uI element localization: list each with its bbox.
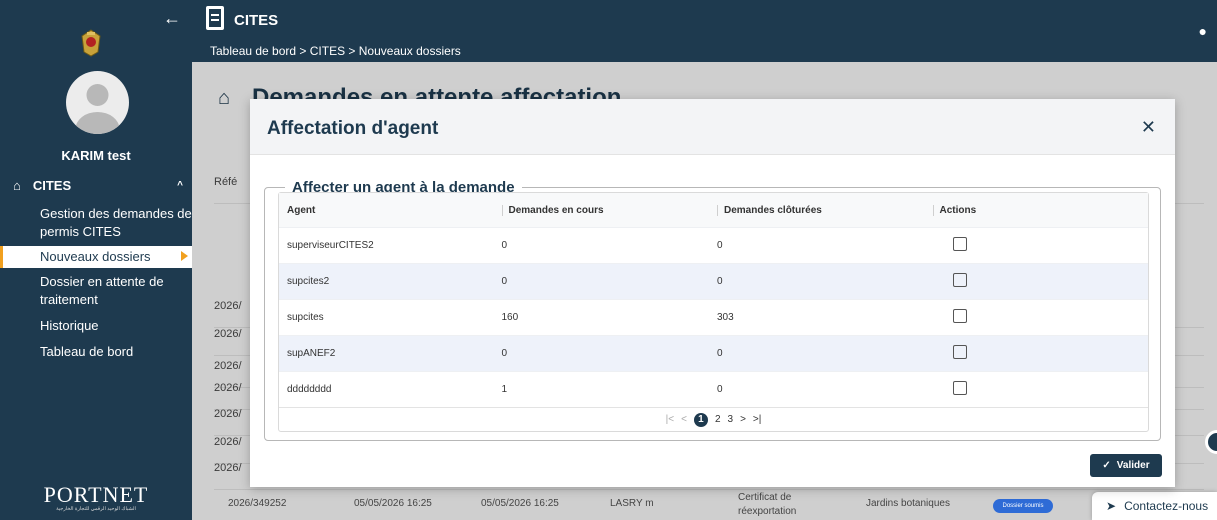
modal-title: Affectation d'agent: [267, 118, 439, 139]
avatar[interactable]: [66, 71, 129, 134]
row-checkbox[interactable]: [952, 273, 967, 287]
username: KARIM test: [61, 148, 131, 163]
sidebar-item-nouveaux-dossiers[interactable]: Nouveaux dossiers: [0, 246, 192, 268]
cell-cloturees: 0: [717, 348, 723, 359]
column-header-en-cours[interactable]: Demandes en cours: [501, 204, 604, 216]
section-label: CITES: [32, 178, 72, 193]
chevron-up-icon: ^: [177, 180, 183, 191]
table-row[interactable]: supANEF2 0 0: [279, 335, 1148, 371]
sidebar-item-historique[interactable]: Historique: [0, 315, 192, 337]
cell-agent: supANEF2: [287, 348, 336, 359]
cell-cloturees: 0: [717, 276, 723, 287]
prev-page-icon[interactable]: <: [681, 414, 687, 425]
row-checkbox[interactable]: [952, 237, 967, 251]
check-icon: ✓: [1102, 460, 1111, 471]
assign-agent-modal: Affectation d'agent ✕ Affecter un agent …: [250, 99, 1175, 487]
column-header-actions[interactable]: Actions: [932, 204, 977, 216]
cell-en-cours: 1: [501, 384, 508, 395]
row-type-line1: Certificat de: [738, 492, 792, 503]
clipboard-icon: [206, 6, 224, 30]
cell-agent: dddddddd: [287, 384, 332, 395]
page-link[interactable]: 2: [715, 414, 721, 425]
page-link[interactable]: 3: [728, 414, 734, 425]
settings-house-icon: ⌂: [13, 178, 21, 193]
valider-label: Valider: [1116, 460, 1150, 471]
column-header-agent[interactable]: Agent: [279, 205, 494, 216]
contact-button[interactable]: ➤ Contactez-nous: [1092, 492, 1217, 520]
row-checkbox[interactable]: [952, 381, 967, 395]
cell-en-cours: 160: [501, 312, 519, 323]
table-row: 2026/349252 05/05/2026 16:25 05/05/2026 …: [218, 489, 1098, 520]
top-header: CITES Tableau de bord > CITES > Nouveaux…: [192, 0, 1217, 62]
first-page-icon[interactable]: |<: [666, 414, 674, 425]
cell-cloturees: 303: [717, 312, 734, 323]
back-arrow-icon[interactable]: ←: [163, 8, 181, 29]
sidebar-nav: Gestion des demandes de permis CITES Nou…: [0, 203, 192, 363]
cell-agent: supcites2: [287, 276, 330, 287]
row-checkbox[interactable]: [952, 309, 967, 323]
row-organization: Jardins botaniques: [866, 498, 950, 509]
sidebar-item-tableau-de-bord[interactable]: Tableau de bord: [0, 341, 192, 363]
cell-en-cours: 0: [501, 276, 508, 287]
cell-cloturees: 0: [717, 240, 723, 251]
agents-table: Agent Demandes en cours Demandes clôturé…: [278, 192, 1149, 432]
send-icon: ➤: [1106, 499, 1117, 513]
sidebar-item-gestion[interactable]: Gestion des demandes de permis CITES: [0, 203, 192, 243]
cell-agent: supcites: [287, 312, 324, 323]
status-badge: Dossier soumis: [993, 499, 1053, 513]
portnet-logo-subtitle: الشباك الوحيد الرقمي للتجارة الخارجية: [56, 506, 136, 512]
cell-agent: superviseurCITES2: [287, 240, 374, 251]
sidebar-section-cites[interactable]: ⌂ CITES ^: [13, 178, 183, 193]
row-checkbox[interactable]: [952, 345, 967, 359]
close-icon[interactable]: ✕: [1141, 117, 1156, 138]
modal-header: Affectation d'agent ✕: [250, 99, 1175, 155]
user-icon[interactable]: ●: [1199, 23, 1207, 39]
contact-label: Contactez-nous: [1124, 499, 1209, 513]
row-date-created: 05/05/2026 16:25: [354, 498, 432, 509]
last-page-icon[interactable]: >|: [753, 414, 761, 425]
cell-en-cours: 0: [501, 240, 508, 251]
row-date-updated: 05/05/2026 16:25: [481, 498, 559, 509]
app-title: CITES: [234, 12, 279, 29]
table-row[interactable]: dddddddd 1 0: [279, 371, 1148, 407]
pagination: |< < 1 2 3 > >|: [279, 407, 1148, 431]
sidebar: ← KARIM test ⌂ CITES ^ Gestion des deman…: [0, 0, 192, 520]
coat-of-arms-icon: [81, 29, 101, 57]
next-page-icon[interactable]: >: [740, 414, 746, 425]
row-type-line2: réexportation: [738, 506, 797, 517]
row-reference: 2026/349252: [228, 498, 287, 509]
table-header: Agent Demandes en cours Demandes clôturé…: [279, 193, 1148, 227]
table-row[interactable]: superviseurCITES2 0 0: [279, 227, 1148, 263]
row-user: LASRY m: [610, 498, 654, 509]
cell-en-cours: 0: [501, 348, 508, 359]
breadcrumb: Tableau de bord > CITES > Nouveaux dossi…: [210, 44, 461, 58]
cell-cloturees: 0: [717, 384, 723, 395]
sidebar-item-dossier-attente[interactable]: Dossier en attente de traitement: [0, 271, 192, 311]
table-row[interactable]: supcites2 0 0: [279, 263, 1148, 299]
valider-button[interactable]: ✓ Valider: [1090, 454, 1162, 477]
column-header-cloturees[interactable]: Demandes clôturées: [717, 204, 822, 216]
portnet-logo: PORTNET: [43, 482, 149, 507]
table-row[interactable]: supcites 160 303: [279, 299, 1148, 335]
page-current[interactable]: 1: [693, 412, 708, 427]
